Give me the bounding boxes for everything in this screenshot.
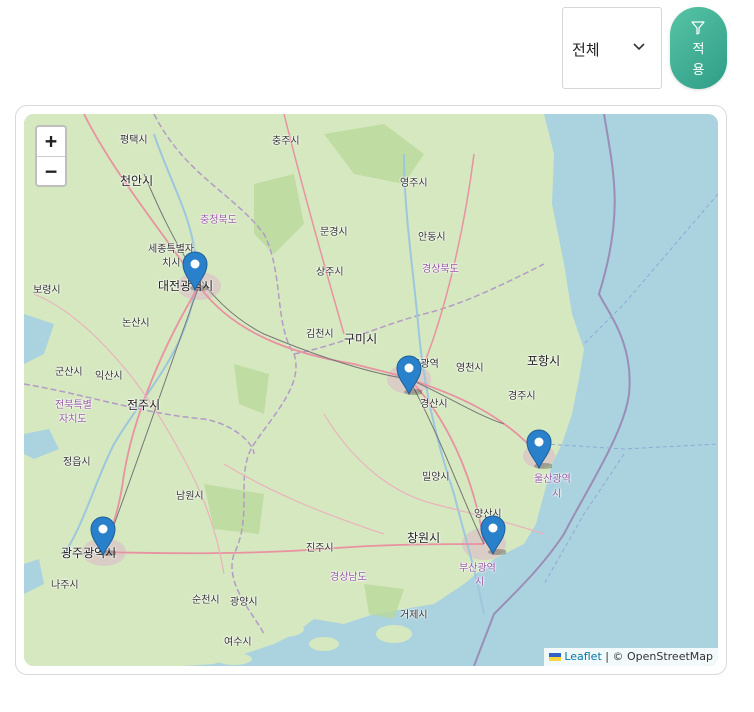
leaflet-link[interactable]: Leaflet [564, 650, 601, 663]
map-marker-icon[interactable] [396, 355, 422, 395]
place-label: 경주시 [508, 391, 536, 402]
region-select[interactable]: 전체 [562, 7, 662, 89]
province-label: 자치도 [59, 414, 87, 425]
attribution-separator: | © [601, 650, 627, 663]
province-label: 경상북도 [422, 264, 459, 275]
place-label: 치시 [162, 258, 181, 269]
place-label: 논산시 [122, 318, 150, 329]
place-label: 울산광역 [534, 474, 571, 485]
place-label: 전주시 [127, 398, 161, 412]
place-label: 안동시 [418, 232, 446, 243]
place-label: 영주시 [400, 178, 428, 189]
place-label: 남원시 [176, 491, 204, 502]
place-label: 보령시 [33, 285, 61, 296]
zoom-control: + − [35, 125, 67, 187]
place-label: 진주시 [306, 543, 334, 554]
place-label: 평택시 [120, 135, 148, 146]
place-label: 익산시 [95, 371, 123, 382]
place-label: 김천시 [306, 329, 334, 340]
apply-button[interactable]: 적 용 [670, 7, 727, 89]
apply-label-line1: 적 [692, 42, 705, 57]
map-marker-icon[interactable] [90, 516, 116, 556]
map-marker-icon[interactable] [480, 515, 506, 555]
map-card: + − 평택시 천안시 충주시 영주시 충청북도 세종특별자 치시 대전광역시 … [15, 105, 727, 675]
map-view[interactable]: + − 평택시 천안시 충주시 영주시 충청북도 세종특별자 치시 대전광역시 … [24, 114, 718, 666]
place-label: 시 [552, 489, 562, 500]
province-label: 전북특별 [55, 400, 92, 411]
place-label: 시 [475, 577, 485, 588]
place-label: 문경시 [320, 227, 348, 238]
place-label: 창원시 [407, 531, 441, 545]
ukraine-flag-icon [549, 653, 562, 661]
province-label: 경상남도 [330, 572, 367, 583]
place-label: 포항시 [527, 354, 561, 368]
filter-toolbar: 전체 적 용 [0, 0, 754, 100]
osm-link[interactable]: OpenStreetMap [627, 650, 713, 663]
place-label: 경산시 [420, 399, 448, 410]
place-label: 충주시 [272, 136, 300, 147]
region-select-value: 전체 [572, 41, 600, 59]
place-label: 여수시 [224, 637, 252, 648]
place-label: 구미시 [344, 332, 378, 346]
zoom-out-button[interactable]: − [37, 157, 65, 186]
filter-icon [691, 21, 705, 35]
place-label: 광양시 [230, 597, 258, 608]
map-marker-icon[interactable] [526, 429, 552, 469]
map-marker-icon[interactable] [182, 251, 208, 291]
place-label: 부산광역 [459, 563, 496, 574]
apply-label-line2: 용 [692, 63, 705, 78]
place-label: 정읍시 [63, 457, 91, 468]
map-tiles [24, 114, 718, 666]
place-label: 상주시 [316, 267, 344, 278]
place-label: 순천시 [192, 595, 220, 606]
chevron-down-icon [633, 43, 645, 51]
place-label: 밀양시 [422, 472, 450, 483]
place-label: 영천시 [456, 363, 484, 374]
map-attribution: Leaflet | © OpenStreetMap [544, 648, 718, 666]
zoom-in-button[interactable]: + [37, 127, 65, 157]
place-label: 거제시 [400, 610, 428, 621]
place-label: 천안시 [120, 174, 154, 188]
place-label: 군산시 [55, 367, 83, 378]
province-label: 충청북도 [200, 215, 237, 226]
place-label: 나주시 [51, 580, 79, 591]
